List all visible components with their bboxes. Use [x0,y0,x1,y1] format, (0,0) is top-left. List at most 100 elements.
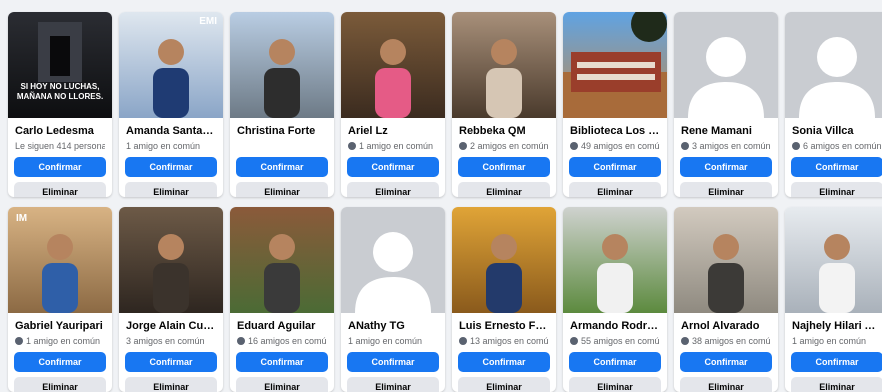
profile-photo[interactable] [341,207,445,313]
delete-button[interactable]: Eliminar [458,377,550,392]
delete-button[interactable]: Eliminar [458,182,550,197]
delete-button[interactable]: Eliminar [347,377,439,392]
mutual-friends: 55 amigos en común [570,335,660,347]
mutual-friends: 1 amigo en común [348,140,438,152]
friend-request-card: Najhely Hilari Arias 1 amigo en común Conf… [785,207,882,392]
mutual-friends: 3 amigos en común [126,335,216,347]
friend-request-card: Ariel Lz 1 amigo en común Confirmar Elimina… [341,12,445,197]
delete-button[interactable]: Eliminar [236,377,328,392]
person-name[interactable]: Jorge Alain Cuba [126,320,216,333]
friend-request-card: Christina Forte Confirmar Eliminar [230,12,334,197]
mutual-friends-text: 2 amigos en común [470,141,549,151]
profile-photo[interactable] [563,12,667,118]
mutual-friends: Le siguen 414 personas [15,140,105,152]
confirm-button[interactable]: Confirmar [680,352,772,372]
friend-request-card: Jorge Alain Cuba 3 amigos en común Confirm… [119,207,223,392]
person-name[interactable]: Arnol Alvarado [681,320,771,333]
profile-photo[interactable] [341,12,445,118]
profile-photo[interactable]: EMI [119,12,223,118]
friend-request-card: Armando Rodrigue... 55 amigos en común Con… [563,207,667,392]
mutual-friends-text: 38 amigos en común [692,336,771,346]
friend-request-card: ANathy TG 1 amigo en común Confirmar Elimin… [341,207,445,392]
delete-button[interactable]: Eliminar [569,377,661,392]
profile-photo[interactable] [230,12,334,118]
friend-request-card: EMI Amanda Santa Cruz 1 amigo en común Conf… [119,12,223,197]
person-name[interactable]: Gabriel Yauripari [15,320,105,333]
profile-photo[interactable]: IM [8,207,112,313]
confirm-button[interactable]: Confirmar [236,352,328,372]
mutual-friends: 6 amigos en común [792,140,882,152]
person-name[interactable]: ANathy TG [348,320,438,333]
profile-photo[interactable] [230,207,334,313]
mutual-friend-avatar-icon [15,337,23,345]
confirm-button[interactable]: Confirmar [569,352,661,372]
delete-button[interactable]: Eliminar [791,377,882,392]
mutual-friends-text: 1 amigo en común [792,336,867,346]
profile-photo[interactable]: SI HOY NO LUCHAS, MAÑANA NO LLORES. [8,12,112,118]
profile-photo[interactable] [674,12,778,118]
person-name[interactable]: Carlo Ledesma [15,125,105,138]
confirm-button[interactable]: Confirmar [14,352,106,372]
person-name[interactable]: Armando Rodrigue... [570,320,660,333]
mutual-friends: 13 amigos en común [459,335,549,347]
person-name[interactable]: Luis Ernesto Fuente... [459,320,549,333]
delete-button[interactable]: Eliminar [569,182,661,197]
profile-photo[interactable] [452,12,556,118]
confirm-button[interactable]: Confirmar [125,352,217,372]
delete-button[interactable]: Eliminar [14,182,106,197]
confirm-button[interactable]: Confirmar [236,157,328,177]
mutual-friends: 1 amigo en común [792,335,882,347]
confirm-button[interactable]: Confirmar [569,157,661,177]
profile-photo[interactable] [563,207,667,313]
friend-requests-grid: SI HOY NO LUCHAS, MAÑANA NO LLORES. Carlo… [8,12,882,392]
delete-button[interactable]: Eliminar [791,182,882,197]
delete-button[interactable]: Eliminar [347,182,439,197]
person-name[interactable]: Biblioteca Los Chac... [570,125,660,138]
confirm-button[interactable]: Confirmar [347,157,439,177]
profile-photo[interactable] [785,12,882,118]
friend-request-card: IM Gabriel Yauripari 1 amigo en común Confi… [8,207,112,392]
mutual-friends: 1 amigo en común [348,335,438,347]
confirm-button[interactable]: Confirmar [458,352,550,372]
person-name[interactable]: Sonia Villca [792,125,882,138]
person-name[interactable]: Amanda Santa Cruz [126,125,216,138]
person-name[interactable]: Najhely Hilari Arias [792,320,882,333]
photo-caption-text: SI HOY NO LUCHAS, MAÑANA NO LLORES. [16,82,104,101]
delete-button[interactable]: Eliminar [236,182,328,197]
confirm-button[interactable]: Confirmar [680,157,772,177]
friend-request-card: Rebbeka QM 2 amigos en común Confirmar Elim… [452,12,556,197]
confirm-button[interactable]: Confirmar [458,157,550,177]
mutual-friends-text: 1 amigo en común [26,336,101,346]
mutual-friend-avatar-icon [570,337,578,345]
person-name[interactable]: Ariel Lz [348,125,438,138]
person-name[interactable]: Christina Forte [237,125,327,138]
profile-photo[interactable] [674,207,778,313]
delete-button[interactable]: Eliminar [680,182,772,197]
mutual-friends-text: 13 amigos en común [470,336,549,346]
person-name[interactable]: Rebbeka QM [459,125,549,138]
mutual-friend-avatar-icon [459,337,467,345]
mutual-friends: 2 amigos en común [459,140,549,152]
confirm-button[interactable]: Confirmar [125,157,217,177]
profile-photo[interactable] [452,207,556,313]
person-name[interactable]: Eduard Aguilar [237,320,327,333]
delete-button[interactable]: Eliminar [125,377,217,392]
mutual-friends-text: 6 amigos en común [803,141,882,151]
delete-button[interactable]: Eliminar [14,377,106,392]
delete-button[interactable]: Eliminar [680,377,772,392]
confirm-button[interactable]: Confirmar [347,352,439,372]
mutual-friends-text: 1 amigo en común [359,141,434,151]
delete-button[interactable]: Eliminar [125,182,217,197]
photo-caption-text: EMI [199,16,217,27]
mutual-friends-text: 16 amigos en común [248,336,327,346]
mutual-friend-avatar-icon [792,142,800,150]
confirm-button[interactable]: Confirmar [791,157,882,177]
mutual-friends-text: 55 amigos en común [581,336,660,346]
profile-photo[interactable] [119,207,223,313]
confirm-button[interactable]: Confirmar [791,352,882,372]
confirm-button[interactable]: Confirmar [14,157,106,177]
profile-photo[interactable] [785,207,882,313]
mutual-friends-text: Le siguen 414 personas [15,141,105,151]
person-name[interactable]: Rene Mamani [681,125,771,138]
mutual-friend-avatar-icon [348,142,356,150]
